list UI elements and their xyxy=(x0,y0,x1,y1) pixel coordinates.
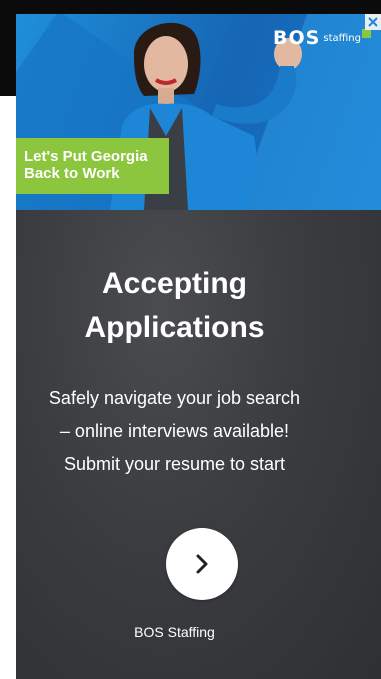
headline-line-2: Applications xyxy=(84,311,265,344)
body-line-1: Safely navigate your job search xyxy=(48,388,301,408)
logo-text: BOS xyxy=(273,27,321,49)
body-line-2: – online interviews available! xyxy=(59,421,290,441)
banner-line-2: Back to Work xyxy=(24,165,120,182)
headline: Accepting Applications xyxy=(0,262,365,350)
logo-subtext: staffing xyxy=(323,32,361,44)
brand-label: BOS Staffing xyxy=(134,624,215,640)
headline-line-1: Accepting xyxy=(101,267,248,300)
body-line-3: Submit your resume to start xyxy=(63,454,286,474)
georgia-banner: Let's Put Georgia Back to Work xyxy=(16,138,169,194)
banner-line-1: Let's Put Georgia xyxy=(24,148,148,165)
chevron-right-icon xyxy=(196,554,208,574)
body-copy: Safely navigate your job search – online… xyxy=(0,382,365,481)
ad-frame: Let's Put Georgia Back to Work BOS staff… xyxy=(0,0,381,679)
top-edge xyxy=(0,0,381,14)
hero-image: Let's Put Georgia Back to Work BOS staff… xyxy=(16,14,381,210)
next-button[interactable] xyxy=(166,528,238,600)
bos-logo: BOS staffing xyxy=(273,26,371,50)
close-icon[interactable] xyxy=(365,14,381,30)
left-edge xyxy=(0,0,16,96)
